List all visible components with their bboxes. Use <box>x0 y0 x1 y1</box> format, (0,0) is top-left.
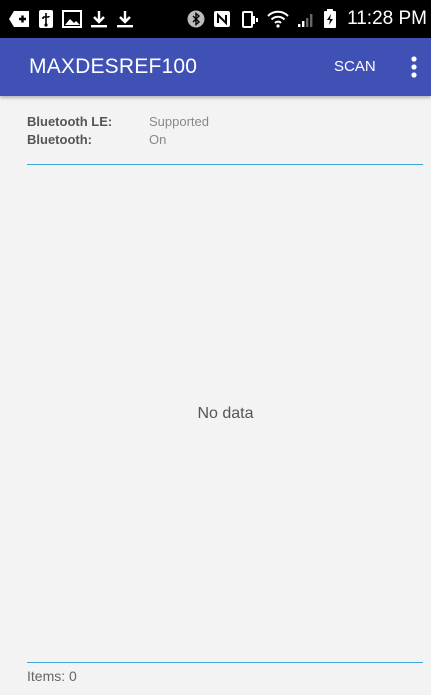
ble-row: Bluetooth LE: Supported <box>27 113 209 131</box>
status-left-icons <box>8 9 134 29</box>
footer-divider <box>27 662 423 663</box>
image-icon <box>62 10 82 28</box>
add-box-icon <box>8 10 30 28</box>
download-icon <box>116 10 134 28</box>
app-bar: MAXDESREF100 SCAN <box>0 38 431 96</box>
items-count: Items: 0 <box>27 668 77 684</box>
ble-label: Bluetooth LE: <box>27 114 113 129</box>
download-icon <box>90 10 108 28</box>
bluetooth-info: Bluetooth LE: Supported Bluetooth: On <box>27 113 209 149</box>
status-right-icons: 11:28 PM <box>187 8 427 30</box>
usb-icon <box>38 9 54 29</box>
scan-button[interactable]: SCAN <box>328 38 382 96</box>
app-title: MAXDESREF100 <box>29 55 198 78</box>
wifi-icon <box>267 10 289 28</box>
vibrate-icon <box>239 10 259 28</box>
battery-charging-icon <box>323 9 337 29</box>
header-divider <box>27 164 423 165</box>
signal-icon <box>297 10 315 28</box>
bluetooth-value: On <box>149 132 167 147</box>
status-time: 11:28 PM <box>347 8 427 29</box>
bluetooth-label: Bluetooth: <box>27 132 92 147</box>
status-bar: 11:28 PM <box>0 0 431 38</box>
empty-list-message: No data <box>197 405 254 422</box>
ble-value: Supported <box>149 114 209 129</box>
bluetooth-row: Bluetooth: On <box>27 131 209 149</box>
bluetooth-icon <box>187 10 205 28</box>
more-vert-icon[interactable] <box>402 38 426 96</box>
nfc-icon <box>213 10 231 28</box>
